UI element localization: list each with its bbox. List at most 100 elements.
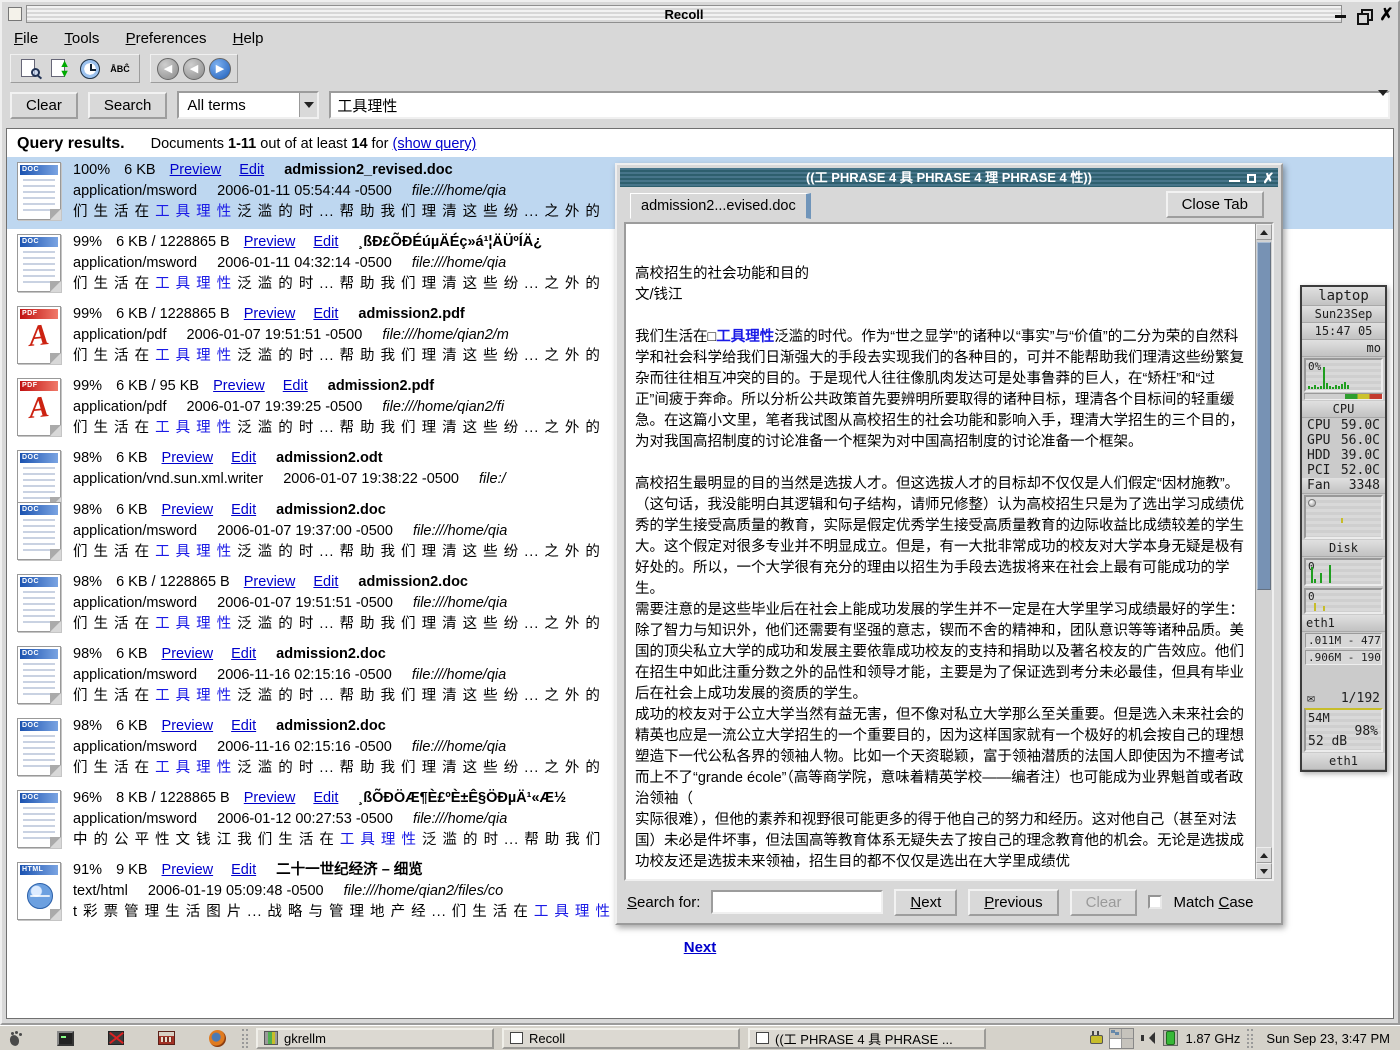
preview-link[interactable]: Preview <box>244 234 296 250</box>
workspace-3[interactable] <box>1110 1039 1121 1048</box>
disk-chart-1[interactable]: 0 <box>1304 558 1383 586</box>
preview-link[interactable]: Preview <box>244 790 296 806</box>
menu-help[interactable]: Help <box>225 28 272 49</box>
edit-link[interactable]: Edit <box>239 162 264 178</box>
preview-scrollbar[interactable] <box>1255 224 1272 879</box>
previous-page-icon[interactable]: ◀ <box>183 58 205 80</box>
find-input[interactable] <box>711 890 883 914</box>
sort-results-icon[interactable]: ▲▼ <box>47 56 73 82</box>
taskbar-clock[interactable]: Sun Sep 23, 3:47 PM <box>1260 1031 1396 1046</box>
show-query-link[interactable]: (show query) <box>393 136 477 152</box>
find-next-button[interactable]: Next <box>894 889 957 916</box>
edit-link[interactable]: Edit <box>231 718 256 734</box>
task-button-recoll[interactable]: Recoll <box>502 1028 740 1049</box>
first-page-icon[interactable]: ◀ <box>157 58 179 80</box>
workspace-1[interactable] <box>1110 1029 1121 1038</box>
gkrellm-knob-icon[interactable] <box>1308 499 1316 507</box>
find-previous-button[interactable]: Previous <box>968 889 1058 916</box>
preview-link[interactable]: Preview <box>170 162 222 178</box>
preview-link[interactable]: Preview <box>162 502 214 518</box>
edit-link[interactable]: Edit <box>231 502 256 518</box>
minimize-icon[interactable] <box>1333 7 1348 22</box>
preview-text[interactable]: 高校招生的社会功能和目的文/钱江我们生活在□工具理性泛滥的时代。作为“世之显学”… <box>626 224 1255 879</box>
clock-handle[interactable] <box>1247 1029 1253 1048</box>
gnome-menu-icon[interactable] <box>10 1031 23 1046</box>
edit-link[interactable]: Edit <box>313 234 338 250</box>
preview-link[interactable]: Preview <box>162 450 214 466</box>
file-type-icon[interactable]: DOC <box>17 502 61 560</box>
task-button-gkrellm[interactable]: gkrellm <box>256 1028 494 1049</box>
typewriter-launcher-icon[interactable] <box>158 1031 175 1045</box>
mail-monitor[interactable]: ✉ 1/192 <box>1302 690 1385 707</box>
disk-chart-2[interactable]: 0 <box>1304 588 1383 614</box>
preview-minimize-icon[interactable] <box>1228 172 1241 185</box>
workspace-2[interactable] <box>1122 1029 1133 1038</box>
file-type-icon[interactable]: DOC <box>17 790 61 848</box>
next-page-icon[interactable]: ▶ <box>209 58 231 80</box>
edit-link[interactable]: Edit <box>313 574 338 590</box>
edit-link[interactable]: Edit <box>231 646 256 662</box>
file-type-icon[interactable]: HTML <box>17 862 61 920</box>
file-type-icon[interactable]: DOC <box>17 162 61 220</box>
scroll-up-icon[interactable] <box>1256 224 1272 240</box>
query-history-arrow-icon[interactable] <box>1378 96 1388 114</box>
file-type-icon[interactable]: DOC <box>17 646 61 704</box>
window-menu-icon[interactable] <box>8 7 22 21</box>
volume-icon[interactable] <box>1141 1031 1156 1045</box>
file-type-icon[interactable]: PDF <box>17 378 61 436</box>
preview-link[interactable]: Preview <box>244 574 296 590</box>
close-tab-button[interactable]: Close Tab <box>1166 191 1264 218</box>
next-page-link[interactable]: Next <box>684 939 717 956</box>
firefox-launcher-icon[interactable] <box>209 1030 226 1047</box>
menu-tools[interactable]: Tools <box>56 28 107 49</box>
edit-link[interactable]: Edit <box>283 378 308 394</box>
preview-link[interactable]: Preview <box>162 862 214 878</box>
find-clear-button[interactable]: Clear <box>1070 889 1138 916</box>
edit-link[interactable]: Edit <box>313 306 338 322</box>
file-type-icon[interactable]: DOC <box>17 718 61 776</box>
close-icon[interactable]: ✗ <box>1379 7 1394 22</box>
wifi-monitor[interactable]: 54M 98% 52 dB <box>1304 708 1383 752</box>
task-button-preview[interactable]: ((工 PHRASE 4 具 PHRASE ... <box>748 1028 986 1049</box>
file-type-icon[interactable]: PDF <box>17 306 61 364</box>
preview-tab[interactable]: admission2...evised.doc <box>630 193 811 219</box>
match-case-checkbox[interactable] <box>1148 895 1162 909</box>
workspace-pager[interactable] <box>1109 1028 1134 1049</box>
restore-icon[interactable] <box>1356 7 1371 22</box>
preview-link[interactable]: Preview <box>244 306 296 322</box>
screensaver-off-icon[interactable] <box>108 1031 124 1045</box>
preview-maximize-icon[interactable] <box>1245 172 1258 185</box>
workspace-4[interactable] <box>1122 1039 1133 1048</box>
clear-button[interactable]: Clear <box>10 92 78 119</box>
preview-link[interactable]: Preview <box>162 646 214 662</box>
file-type-icon[interactable]: DOC <box>17 574 61 632</box>
preview-link[interactable]: Preview <box>162 718 214 734</box>
search-in-docs-icon[interactable] <box>17 56 43 82</box>
preview-close-icon[interactable]: ✗ <box>1262 172 1275 185</box>
edit-link[interactable]: Edit <box>313 790 338 806</box>
search-button[interactable]: Search <box>88 92 168 119</box>
sort-by-date-clock-icon[interactable] <box>77 56 103 82</box>
term-explorer-abc-icon[interactable]: ÅBĈ <box>107 56 133 82</box>
cpu-frequency-icon[interactable] <box>1163 1030 1178 1046</box>
taskbar-handle[interactable] <box>242 1029 248 1048</box>
net-interface-label[interactable]: eth1 <box>1302 615 1385 632</box>
scroll-down-icon[interactable] <box>1256 863 1272 879</box>
terminal-launcher-icon[interactable] <box>57 1031 74 1046</box>
search-mode-select[interactable]: All terms <box>177 91 319 119</box>
menu-file[interactable]: File <box>6 28 46 49</box>
preview-titlebar[interactable]: ((工 PHRASE 4 具 PHRASE 4 理 PHRASE 4 性)) ✗ <box>620 168 1278 187</box>
query-input[interactable] <box>331 97 1378 114</box>
menu-preferences[interactable]: Preferences <box>118 28 215 49</box>
edit-link[interactable]: Edit <box>231 450 256 466</box>
fan-chart[interactable] <box>1304 495 1383 539</box>
power-plug-icon[interactable] <box>1090 1031 1102 1046</box>
cpu-usage-chart[interactable]: 0% <box>1304 358 1383 392</box>
preview-link[interactable]: Preview <box>213 378 265 394</box>
main-titlebar[interactable]: Recoll <box>26 5 1342 23</box>
dropdown-arrow-icon[interactable] <box>299 93 317 117</box>
edit-link[interactable]: Edit <box>231 862 256 878</box>
scroll-up2-icon[interactable] <box>1256 847 1272 863</box>
file-type-icon[interactable]: DOC <box>17 234 61 292</box>
scrollbar-thumb[interactable] <box>1257 242 1271 590</box>
